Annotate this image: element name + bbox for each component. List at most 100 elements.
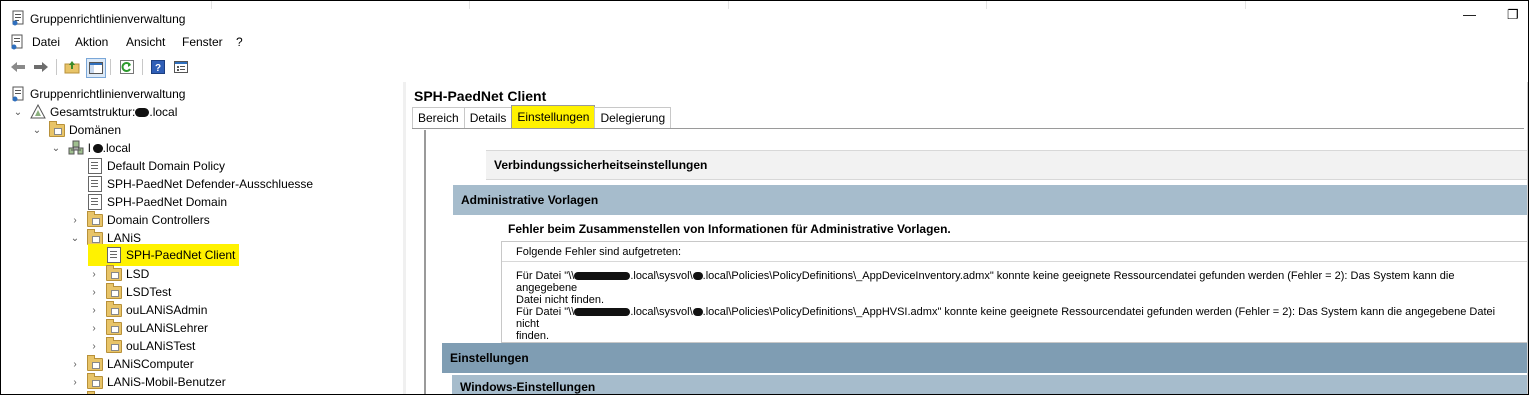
redacted-name — [692, 308, 703, 317]
minimize-button[interactable]: — — [1463, 7, 1476, 22]
section-label: Einstellungen — [450, 351, 529, 365]
tab-details[interactable]: Details — [463, 107, 513, 128]
tree-item-ou[interactable]: › — [69, 390, 107, 394]
up-folder-icon[interactable] — [63, 58, 81, 76]
tab-delegierung[interactable]: Delegierung — [594, 107, 672, 128]
back-arrow-icon[interactable] — [9, 58, 27, 76]
error-line: Für Datei "\\ .local\sysvol\ .local\Polici… — [516, 270, 1516, 294]
tree-item-label: ouLANiSAdmin — [126, 303, 208, 317]
ou-folder-icon — [106, 282, 122, 300]
menu-help[interactable]: ? — [236, 35, 243, 49]
menu-datei[interactable]: Datei — [32, 35, 60, 49]
tree-item-ou[interactable]: › ouLANiSLehrer — [88, 318, 208, 337]
section-label: Verbindungssicherheitseinstellungen — [494, 158, 708, 172]
forest-icon — [30, 104, 46, 120]
forward-arrow-icon[interactable] — [32, 58, 50, 76]
section-administrative-vorlagen[interactable]: Administrative Vorlagen — [453, 185, 1528, 215]
tree-item-gpo-link-selected[interactable]: SPH-PaedNet Client — [88, 244, 240, 266]
tree-item-gpo-link[interactable]: SPH-PaedNet Domain — [69, 193, 227, 211]
tree-item-gpo-link[interactable]: Default Domain Policy — [69, 157, 225, 175]
tree-item-ou[interactable]: › ouLANiSAdmin — [88, 300, 208, 319]
gpmc-app-icon — [11, 10, 25, 29]
error-header: Folgende Fehler sind aufgetreten: — [502, 242, 1528, 262]
ou-folder-icon — [106, 336, 122, 354]
menu-bar: Datei Aktion Ansicht Fenster ? — [1, 32, 1528, 52]
tree-item-ou[interactable]: › Domain Controllers — [69, 210, 210, 229]
redacted-name — [92, 143, 103, 153]
chevron-right-icon[interactable]: › — [88, 305, 100, 316]
chevron-right-icon[interactable]: › — [69, 215, 81, 226]
chevron-right-icon[interactable]: › — [88, 341, 100, 352]
tab-bereich[interactable]: Bereich — [412, 107, 465, 128]
chevron-down-icon[interactable]: ⌄ — [31, 125, 43, 136]
tree-item-forest[interactable]: ⌄ Gesamtstruktur: .local — [12, 103, 177, 121]
tree-item-ou[interactable]: › LSDTest — [88, 282, 172, 301]
section-windows-einstellungen[interactable]: Windows-Einstellungen — [452, 375, 1528, 394]
tree-item-ou[interactable]: › LANiS-Mobil-Benutzer — [69, 372, 226, 391]
gpmc-root-icon — [10, 86, 26, 102]
chevron-down-icon[interactable]: ⌄ — [69, 233, 81, 244]
chevron-right-icon[interactable]: › — [69, 377, 81, 388]
error-box: Folgende Fehler sind aufgetreten: Für Da… — [501, 241, 1528, 343]
tree-item-gpo-link[interactable]: SPH-PaedNet Defender-Ausschluesse — [69, 175, 313, 193]
gpo-link-icon — [87, 158, 103, 174]
show-hide-tree-icon[interactable] — [86, 58, 106, 78]
error-line: finden. — [516, 330, 550, 342]
report-border — [424, 130, 426, 394]
redacted-name — [135, 107, 150, 117]
section-verbindungssicherheit[interactable]: Verbindungssicherheitseinstellungen — [486, 150, 1528, 180]
tab-strip: Bereich Details Einstellungen Delegierun… — [412, 105, 672, 129]
section-label: Administrative Vorlagen — [461, 193, 599, 207]
tree-item-label: LANiSComputer — [107, 357, 194, 371]
tree-item-ou[interactable]: › ouLANiSTest — [88, 336, 195, 355]
error-text: Für Datei "\\ — [516, 306, 575, 318]
gpo-link-icon — [106, 247, 122, 263]
toolbar-separator — [142, 59, 143, 75]
error-line: Datei nicht finden. — [516, 294, 605, 306]
ou-folder-icon — [87, 210, 103, 228]
chevron-right-icon[interactable]: › — [88, 269, 100, 280]
tab-einstellungen[interactable]: Einstellungen — [511, 105, 596, 128]
ou-folder-icon — [87, 372, 103, 390]
tree-item-label: LANiS-Mobil-Benutzer — [107, 375, 226, 389]
tree-item-label: Domain Controllers — [107, 213, 210, 227]
error-text: .local\sysvol\ — [630, 270, 693, 282]
tree-item-domains[interactable]: ⌄ Domänen — [31, 120, 121, 139]
chevron-right-icon[interactable]: › — [88, 323, 100, 334]
forest-label-suffix: .local — [149, 105, 178, 119]
tree-item-label: LSDTest — [126, 285, 172, 299]
ou-folder-icon — [87, 354, 103, 372]
right-edge — [1527, 82, 1528, 394]
menu-aktion[interactable]: Aktion — [75, 35, 108, 49]
tree-item-label: LANiS — [107, 231, 142, 245]
chevron-down-icon[interactable]: ⌄ — [12, 107, 24, 118]
details-pane: SPH-PaedNet Client Bereich Details Einst… — [406, 82, 1528, 394]
tree-root[interactable]: Gruppenrichtlinienverwaltung — [10, 85, 185, 103]
forest-label-prefix: Gesamtstruktur: — [50, 105, 136, 119]
domain-label-prefix: l — [88, 141, 91, 155]
chevron-right-icon[interactable]: › — [69, 359, 81, 370]
error-body: Für Datei "\\ .local\sysvol\ .local\Polici… — [516, 270, 1516, 342]
menu-fenster[interactable]: Fenster — [182, 35, 223, 49]
refresh-icon[interactable] — [118, 58, 136, 76]
console-tree: Gruppenrichtlinienverwaltung ⌄ Gesamtstr… — [4, 82, 404, 394]
chevron-right-icon[interactable]: › — [88, 287, 100, 298]
menu-ansicht[interactable]: Ansicht — [126, 35, 165, 49]
redacted-name — [574, 272, 631, 281]
properties-icon[interactable] — [172, 58, 190, 76]
chevron-down-icon[interactable]: ⌄ — [50, 143, 62, 154]
tree-item-ou[interactable]: › LANiSComputer — [69, 354, 194, 373]
tree-item-domain[interactable]: ⌄ l .local — [50, 139, 131, 157]
help-icon[interactable]: ? — [149, 58, 167, 76]
tree-item-label: Default Domain Policy — [107, 159, 226, 173]
svg-text:?: ? — [155, 63, 161, 74]
tree-root-label: Gruppenrichtlinienverwaltung — [30, 87, 186, 101]
restore-button[interactable]: ❐ — [1507, 7, 1519, 23]
tree-item-ou[interactable]: › LSD — [88, 264, 149, 283]
title-divider — [986, 1, 987, 9]
section-einstellungen[interactable]: Einstellungen — [442, 343, 1528, 373]
title-bar: Gruppenrichtlinienverwaltung — ❐ — [1, 1, 1528, 31]
tree-item-label: SPH-PaedNet Domain — [107, 195, 228, 209]
gpmc-menu-icon[interactable] — [10, 34, 24, 53]
toolbar-separator — [110, 59, 111, 75]
